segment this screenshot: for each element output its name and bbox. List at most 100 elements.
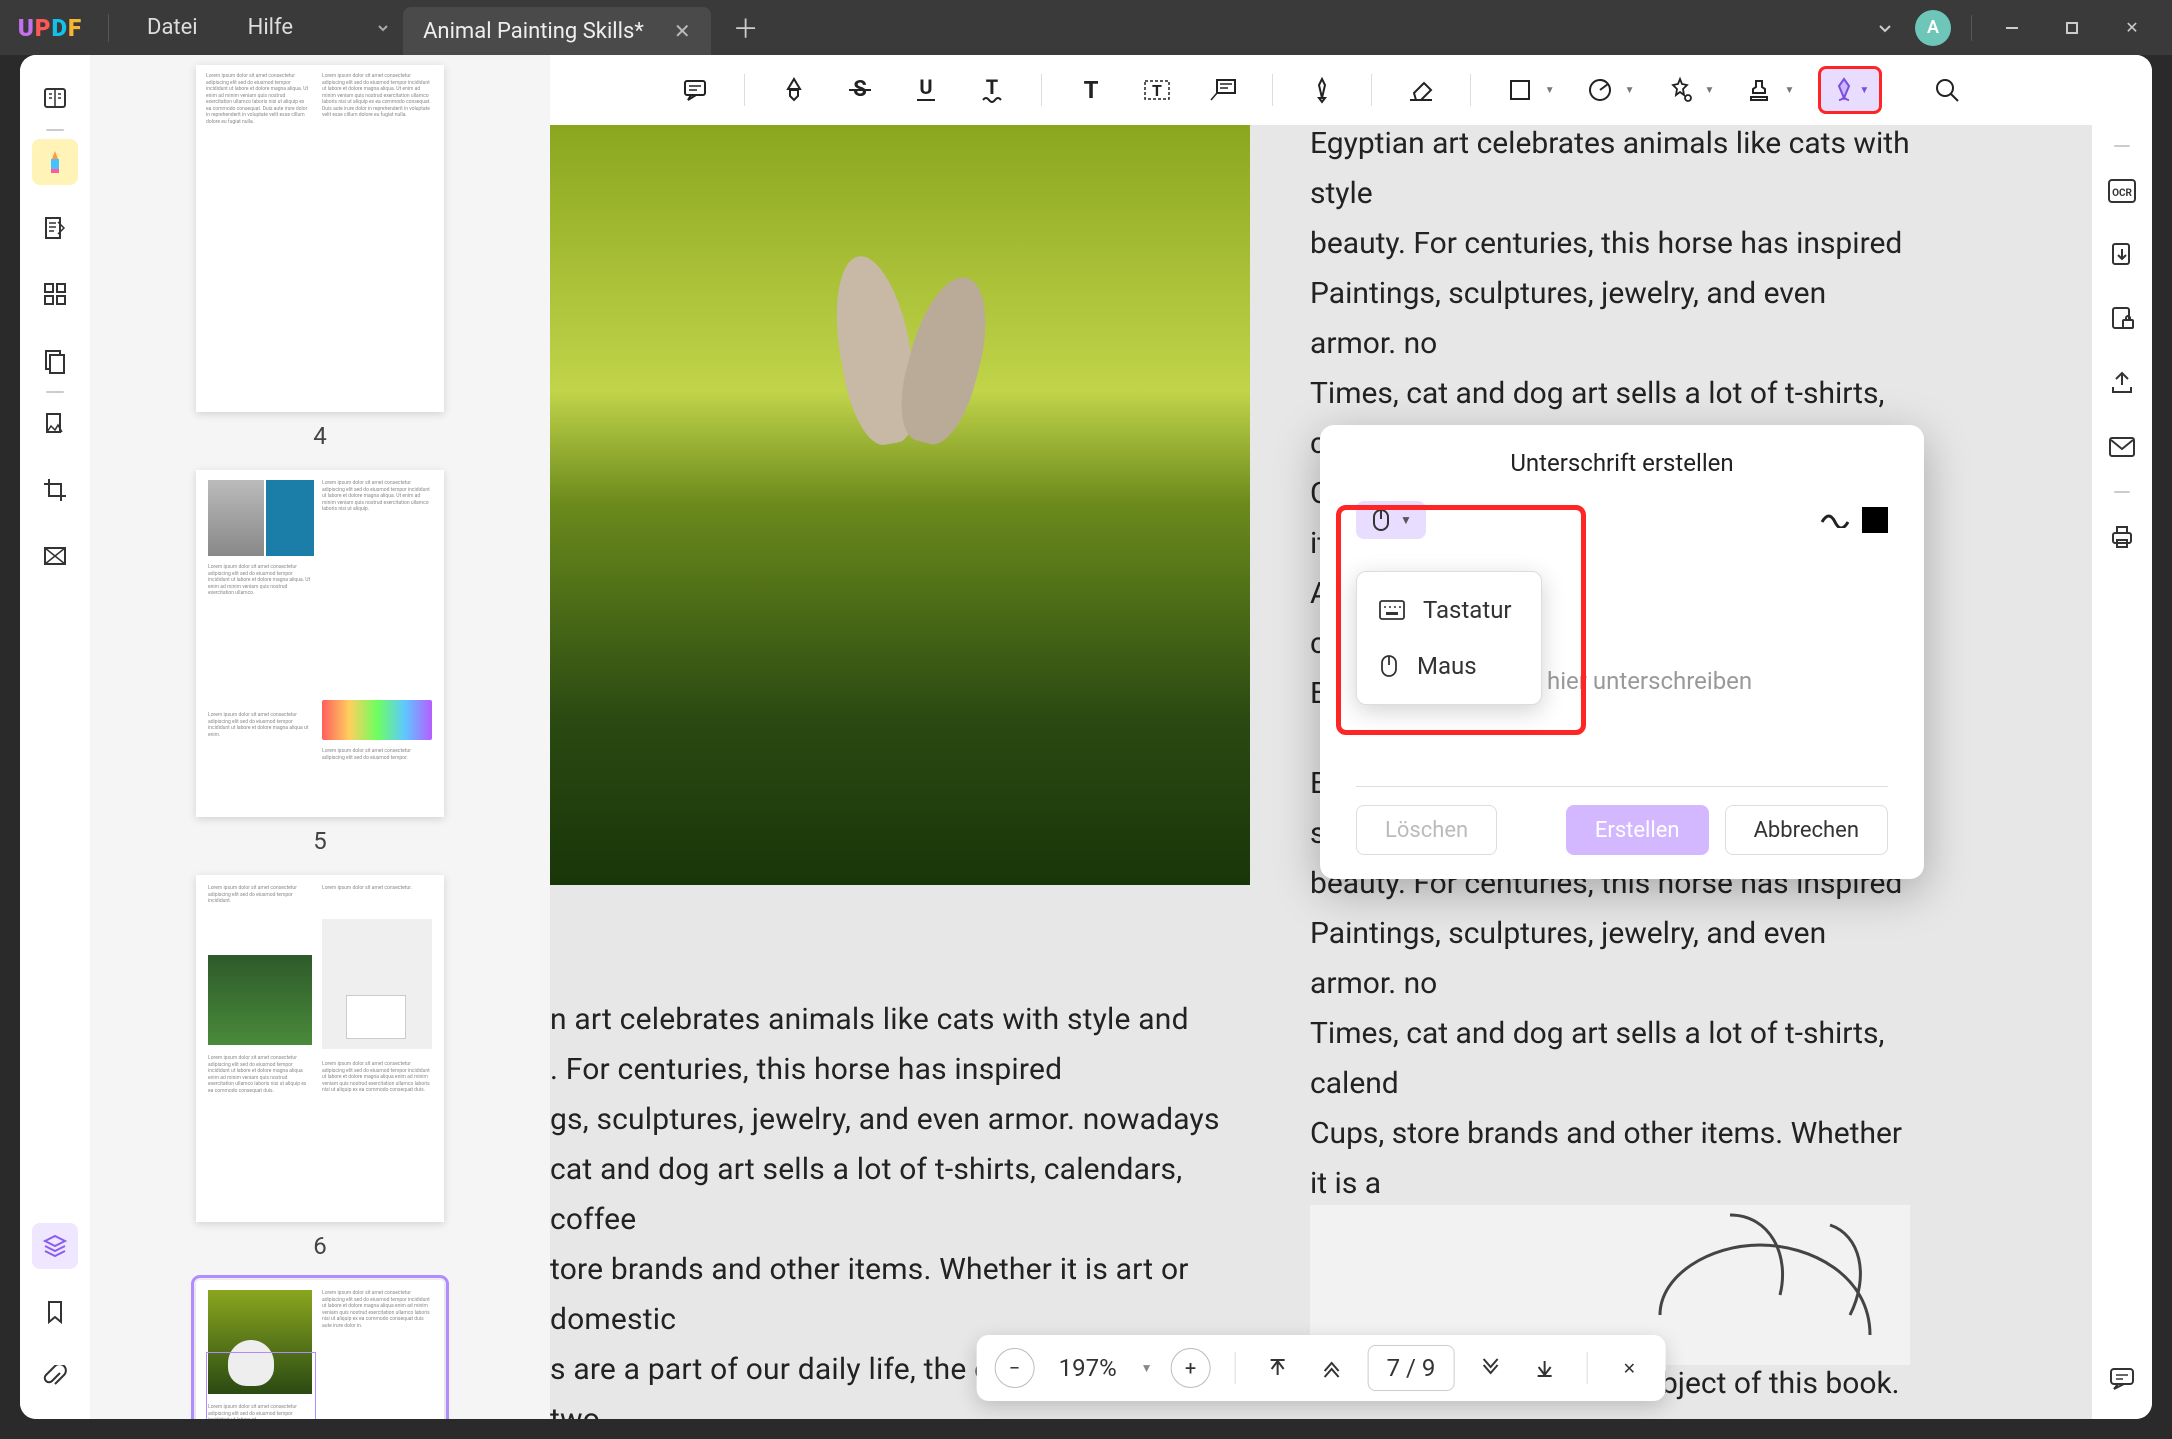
- thumbnail-page-5[interactable]: Lorem ipsum dolor sit amet consectetur a…: [196, 470, 444, 817]
- stamp-tool-group[interactable]: ▼: [1659, 69, 1715, 111]
- chevron-down-icon[interactable]: ▼: [1782, 85, 1794, 96]
- mouse-icon: [1370, 507, 1392, 533]
- keyboard-icon: [1379, 600, 1405, 620]
- page-insert-icon[interactable]: [32, 401, 78, 447]
- zoom-in-button[interactable]: +: [1171, 1348, 1211, 1388]
- shape-tool-group[interactable]: ▼: [1499, 69, 1555, 111]
- minimize-button[interactable]: [1992, 13, 2032, 43]
- share-icon[interactable]: [2102, 363, 2142, 403]
- eraser-tool-icon[interactable]: [1400, 69, 1442, 111]
- input-method-dropdown: Tastatur Maus: [1356, 571, 1542, 705]
- thumbnail-number: 5: [313, 827, 327, 855]
- create-button[interactable]: Erstellen: [1566, 805, 1709, 855]
- chevron-down-icon[interactable]: ▼: [1543, 85, 1555, 96]
- squiggly-tool-icon[interactable]: T: [971, 69, 1013, 111]
- close-window-button[interactable]: ✕: [2112, 13, 2152, 43]
- document-tab[interactable]: Animal Painting Skills* ✕: [403, 7, 711, 55]
- signature-dialog: Unterschrift erstellen ▼ Tastatur: [1320, 425, 1924, 879]
- note-tool-icon[interactable]: [674, 69, 716, 111]
- svg-text:T: T: [986, 76, 998, 99]
- email-icon[interactable]: [2102, 427, 2142, 467]
- tab-title: Animal Painting Skills*: [423, 19, 644, 44]
- crop-tool-icon[interactable]: [32, 467, 78, 513]
- annotation-toolbar: S U T T T ▼ ▼ ▼ ▼ ▼: [550, 55, 2092, 125]
- pencil-tool-icon[interactable]: [1301, 69, 1343, 111]
- layers-icon[interactable]: [32, 1223, 78, 1269]
- textbox-tool-icon[interactable]: T: [1136, 69, 1178, 111]
- redact-tool-icon[interactable]: [32, 533, 78, 579]
- user-avatar[interactable]: A: [1915, 10, 1951, 46]
- clear-button[interactable]: Löschen: [1356, 805, 1497, 855]
- svg-text:OCR: OCR: [2112, 188, 2132, 199]
- thumbnail-page-6[interactable]: Lorem ipsum dolor sit amet consectetur a…: [196, 875, 444, 1222]
- signature-color-swatch[interactable]: [1862, 507, 1888, 533]
- page-indicator[interactable]: 7 / 9: [1368, 1345, 1455, 1391]
- attachment-icon[interactable]: [32, 1355, 78, 1401]
- dialog-title: Unterschrift erstellen: [1320, 425, 1924, 493]
- menu-file[interactable]: Datei: [147, 15, 198, 40]
- search-icon[interactable]: [1926, 69, 1968, 111]
- stroke-style-icon[interactable]: [1820, 512, 1850, 528]
- input-method-selector[interactable]: ▼: [1356, 501, 1426, 539]
- chevron-down-icon: ▼: [1400, 513, 1412, 527]
- cancel-button[interactable]: Abbrechen: [1725, 805, 1888, 855]
- edit-tool-icon[interactable]: [32, 205, 78, 251]
- ocr-icon[interactable]: OCR: [2102, 171, 2142, 211]
- title-bar: UPDF Datei Hilfe Animal Painting Skills*…: [0, 0, 2172, 55]
- thumbnail-panel[interactable]: Lorem ipsum dolor sit amet consectetur a…: [90, 55, 550, 1419]
- strikethrough-tool-icon[interactable]: S: [839, 69, 881, 111]
- dropdown-item-mouse[interactable]: Maus: [1357, 638, 1541, 694]
- thumbnail-page-7[interactable]: Lorem ipsum dolor sit amet consectetur a…: [196, 1280, 444, 1419]
- feedback-icon[interactable]: [2102, 1359, 2142, 1399]
- app-logo: UPDF: [0, 14, 100, 42]
- thumbnail-number: 4: [313, 422, 327, 450]
- chevron-down-icon[interactable]: ▼: [1623, 85, 1635, 96]
- maximize-button[interactable]: [2052, 13, 2092, 43]
- thumbnail-page-4[interactable]: Lorem ipsum dolor sit amet consectetur a…: [196, 65, 444, 412]
- print-icon[interactable]: [2102, 517, 2142, 557]
- tab-close-icon[interactable]: ✕: [674, 19, 691, 43]
- reader-mode-icon[interactable]: [32, 75, 78, 121]
- thumbnail-number: 6: [313, 1232, 327, 1260]
- sticker-tool-icon[interactable]: [1579, 69, 1621, 111]
- tab-chevron-icon[interactable]: [363, 8, 403, 48]
- signature-tool-button[interactable]: ▼: [1818, 66, 1882, 114]
- new-tab-button[interactable]: ＋: [726, 8, 766, 48]
- callout-tool-icon[interactable]: [1202, 69, 1244, 111]
- first-page-button[interactable]: [1260, 1350, 1296, 1386]
- last-page-button[interactable]: [1526, 1350, 1562, 1386]
- zoom-out-button[interactable]: −: [995, 1348, 1035, 1388]
- rectangle-tool-icon[interactable]: [1499, 69, 1541, 111]
- menu-help[interactable]: Hilfe: [248, 15, 293, 40]
- svg-text:T: T: [1152, 81, 1162, 100]
- right-sidebar: OCR: [2092, 55, 2152, 1419]
- underline-tool-icon[interactable]: U: [905, 69, 947, 111]
- dropdown-item-keyboard[interactable]: Tastatur: [1357, 582, 1541, 638]
- organize-pages-icon[interactable]: [32, 271, 78, 317]
- close-zoombar-button[interactable]: ✕: [1611, 1350, 1647, 1386]
- text-tool-icon[interactable]: T: [1070, 69, 1112, 111]
- next-page-button[interactable]: [1472, 1350, 1508, 1386]
- comment-tool-icon[interactable]: [32, 139, 78, 185]
- stamper-tool-icon[interactable]: [1738, 69, 1780, 111]
- prev-page-button[interactable]: [1314, 1350, 1350, 1386]
- chevron-down-icon[interactable]: ▼: [1857, 85, 1869, 96]
- convert-icon[interactable]: [2102, 235, 2142, 275]
- left-sidebar: [20, 55, 90, 1419]
- document-view[interactable]: S U T T T ▼ ▼ ▼ ▼ ▼: [550, 55, 2092, 1419]
- chevron-down-icon[interactable]: ▼: [1703, 85, 1715, 96]
- sticker-tool-group[interactable]: ▼: [1579, 69, 1635, 111]
- stamp2-tool-group[interactable]: ▼: [1738, 69, 1794, 111]
- svg-text:U: U: [919, 76, 932, 99]
- svg-text:T: T: [1083, 76, 1098, 104]
- zoom-percentage: 197%: [1053, 1354, 1123, 1382]
- page-image: [550, 125, 1250, 885]
- stamp-tool-icon[interactable]: [1659, 69, 1701, 111]
- page-tools-icon[interactable]: [32, 337, 78, 383]
- dropdown-icon[interactable]: [1875, 18, 1895, 38]
- bookmark-icon[interactable]: [32, 1289, 78, 1335]
- mouse-icon: [1379, 654, 1399, 678]
- protect-icon[interactable]: [2102, 299, 2142, 339]
- highlighter-tool-icon[interactable]: [773, 69, 815, 111]
- zoom-dropdown-icon[interactable]: ▼: [1141, 1361, 1153, 1375]
